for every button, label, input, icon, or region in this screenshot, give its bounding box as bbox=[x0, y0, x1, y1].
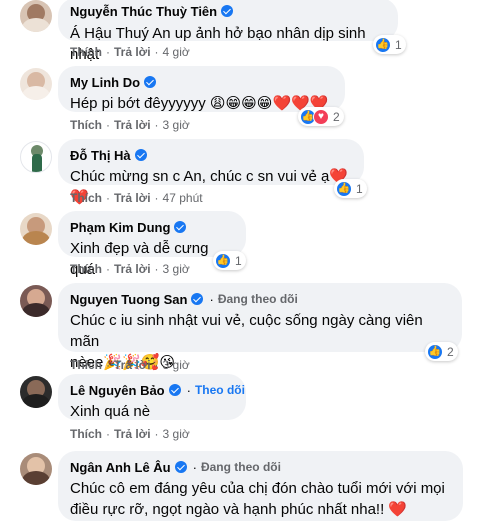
verified-badge-icon bbox=[174, 461, 187, 473]
avatar[interactable] bbox=[20, 285, 52, 317]
comment-bubble: Nguyen Tuong San · Đang theo dõi Chúc c … bbox=[58, 283, 462, 371]
follow-button[interactable]: Theo dõi bbox=[195, 383, 245, 397]
comment-text: Xinh quá nè bbox=[70, 403, 151, 420]
like-reaction-icon: 👍 bbox=[375, 36, 391, 53]
avatar-body bbox=[22, 231, 50, 245]
comment-actions: Thích · Trả lời · 3 giờ bbox=[70, 262, 190, 276]
author-row: Nguyen Tuong San · Đang theo dõi bbox=[70, 291, 450, 307]
reaction-summary[interactable]: 👍 1 bbox=[334, 179, 367, 198]
like-reaction-icon: 👍 bbox=[427, 343, 443, 360]
reaction-count: 2 bbox=[333, 109, 340, 124]
avatar[interactable] bbox=[20, 213, 52, 245]
avatar-body bbox=[22, 86, 50, 100]
author-row: Phạm Kim Dung bbox=[70, 219, 234, 235]
like-reaction-icon: 👍 bbox=[215, 252, 231, 269]
avatar[interactable] bbox=[20, 141, 52, 173]
comment-actions: Thích · Trả lời · 3 giờ bbox=[70, 427, 190, 441]
author-name[interactable]: Nguyễn Thúc Thuỳ Tiên bbox=[70, 4, 217, 19]
comment-actions: Thích · Trả lời · 4 giờ bbox=[70, 45, 190, 59]
comment-text: Chúc cô em đáng yêu của chị đón chào tuổ… bbox=[70, 478, 451, 520]
timestamp[interactable]: 3 giờ bbox=[163, 427, 190, 441]
avatar-body bbox=[22, 303, 50, 317]
avatar[interactable] bbox=[20, 0, 52, 32]
verified-badge-icon bbox=[168, 384, 181, 396]
reaction-count: 2 bbox=[447, 344, 454, 359]
timestamp[interactable]: 3 giờ bbox=[163, 358, 190, 372]
avatar[interactable] bbox=[20, 68, 52, 100]
author-name[interactable]: My Linh Do bbox=[70, 75, 140, 90]
comment-actions: Thích · Trả lời · 3 giờ bbox=[70, 118, 190, 132]
avatar-body bbox=[32, 154, 42, 172]
reaction-count: 1 bbox=[356, 181, 363, 196]
author-name[interactable]: Nguyen Tuong San bbox=[70, 292, 187, 307]
author-name[interactable]: Ngân Anh Lê Âu bbox=[70, 460, 171, 475]
love-reaction-icon: ♥ bbox=[313, 108, 329, 125]
avatar[interactable] bbox=[20, 453, 52, 485]
verified-badge-icon bbox=[134, 149, 147, 161]
verified-badge-icon bbox=[144, 76, 157, 88]
author-row: Lê Nguyên Bảo · Theo dõi bbox=[70, 382, 245, 398]
reaction-count: 1 bbox=[395, 37, 402, 52]
avatar-body bbox=[22, 394, 50, 408]
comment-bubble: Lê Nguyên Bảo · Theo dõi Xinh quá nè bbox=[58, 374, 246, 420]
verified-badge-icon bbox=[221, 5, 234, 17]
timestamp[interactable]: 3 giờ bbox=[163, 262, 190, 276]
verified-badge-icon bbox=[174, 221, 187, 233]
reaction-count: 1 bbox=[235, 253, 242, 268]
author-name[interactable]: Lê Nguyên Bảo bbox=[70, 383, 165, 398]
author-name[interactable]: Phạm Kim Dung bbox=[70, 220, 170, 235]
comment-text: Hép pi bớt đêyyyyyy 😩😁😁😁❤️❤️❤️ bbox=[70, 95, 329, 112]
comment-text-line: điều rực rỡ, ngọt ngào và hạnh phúc nhất… bbox=[70, 501, 408, 518]
reply-link[interactable]: Trả lời bbox=[114, 45, 151, 59]
like-link[interactable]: Thích bbox=[70, 191, 102, 205]
separator-dot: · bbox=[192, 459, 197, 475]
like-link[interactable]: Thích bbox=[70, 427, 102, 441]
like-reaction-icon: 👍 bbox=[336, 180, 352, 197]
comment-bubble: Đỗ Thị Hà Chúc mừng sn c An, chúc c sn v… bbox=[58, 139, 364, 206]
comment-actions: Thích · Trả lời · 47 phút bbox=[70, 191, 203, 205]
reply-link[interactable]: Trả lời bbox=[114, 191, 151, 205]
reaction-summary[interactable]: 👍 1 bbox=[213, 251, 246, 270]
reply-link[interactable]: Trả lời bbox=[114, 118, 151, 132]
avatar-body bbox=[22, 471, 50, 485]
reply-link[interactable]: Trả lời bbox=[114, 262, 151, 276]
like-link[interactable]: Thích bbox=[70, 262, 102, 276]
avatar-body bbox=[22, 18, 50, 32]
separator-dot: · bbox=[209, 291, 214, 307]
reply-link[interactable]: Trả lời bbox=[114, 358, 151, 372]
comment-bubble: My Linh Do Hép pi bớt đêyyyyyy 😩😁😁😁❤️❤️❤… bbox=[58, 66, 345, 112]
following-label[interactable]: Đang theo dõi bbox=[201, 460, 281, 474]
like-link[interactable]: Thích bbox=[70, 45, 102, 59]
like-link[interactable]: Thích bbox=[70, 118, 102, 132]
author-row: Đỗ Thị Hà bbox=[70, 147, 352, 163]
author-row: Nguyễn Thúc Thuỳ Tiên bbox=[70, 3, 386, 19]
verified-badge-icon bbox=[191, 293, 204, 305]
timestamp[interactable]: 47 phút bbox=[163, 191, 203, 205]
timestamp[interactable]: 3 giờ bbox=[163, 118, 190, 132]
reaction-summary[interactable]: 👍 1 bbox=[373, 35, 406, 54]
timestamp[interactable]: 4 giờ bbox=[163, 45, 190, 59]
reply-link[interactable]: Trả lời bbox=[114, 427, 151, 441]
like-link[interactable]: Thích bbox=[70, 358, 102, 372]
comment-bubble: Ngân Anh Lê Âu · Đang theo dõi Chúc cô e… bbox=[58, 451, 463, 521]
separator-dot: · bbox=[186, 382, 191, 398]
comment-text-line: Chúc cô em đáng yêu của chị đón chào tuổ… bbox=[70, 480, 445, 497]
comment-text-line: Chúc c iu sinh nhật vui vẻ, cuộc sống ng… bbox=[70, 312, 423, 350]
comment-bubble: Nguyễn Thúc Thuỳ Tiên Á Hậu Thuý An up ả… bbox=[58, 0, 398, 63]
following-label[interactable]: Đang theo dõi bbox=[218, 292, 298, 306]
comment-bubble: Phạm Kim Dung Xinh đẹp và dễ cưng quá bbox=[58, 211, 246, 278]
avatar[interactable] bbox=[20, 376, 52, 408]
reaction-summary[interactable]: 👍 ♥ 2 bbox=[298, 107, 344, 126]
author-row: My Linh Do bbox=[70, 74, 333, 90]
author-name[interactable]: Đỗ Thị Hà bbox=[70, 148, 131, 163]
author-row: Ngân Anh Lê Âu · Đang theo dõi bbox=[70, 459, 451, 475]
reaction-summary[interactable]: 👍 2 bbox=[425, 342, 458, 361]
comment-actions: Thích · Trả lời · 3 giờ bbox=[70, 358, 190, 372]
